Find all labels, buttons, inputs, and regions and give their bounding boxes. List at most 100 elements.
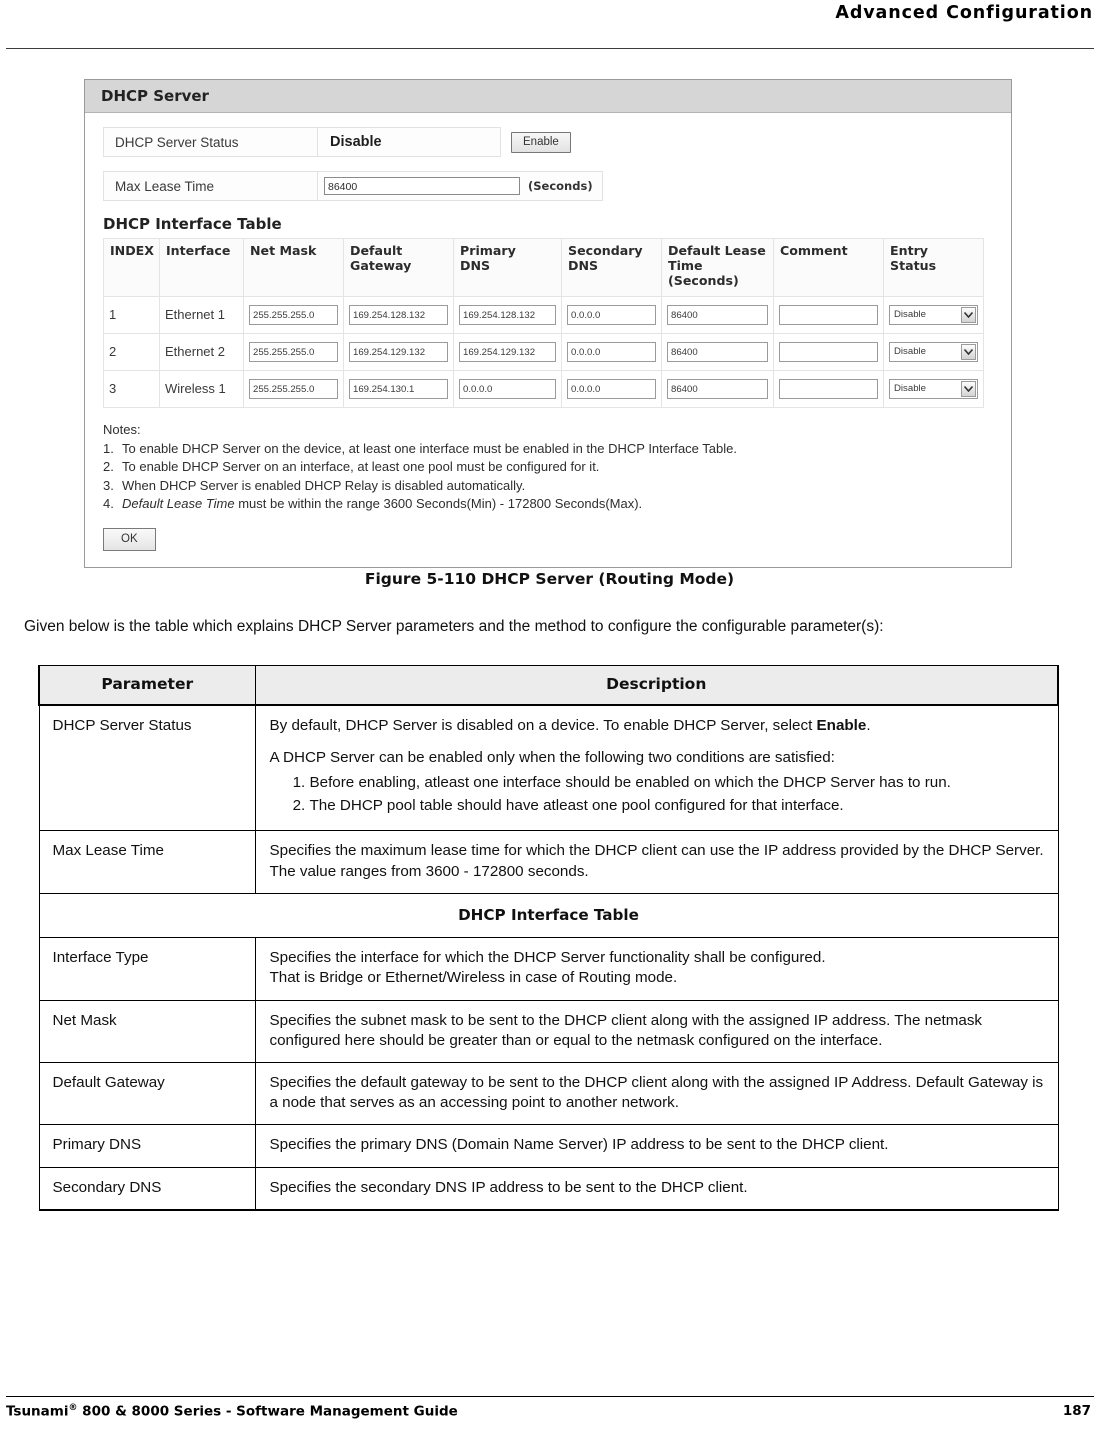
default-lease-time-input[interactable]: 86400 bbox=[667, 304, 768, 325]
cell-index: 3 bbox=[103, 369, 160, 408]
list-item: Before enabling, atleast one interface s… bbox=[310, 773, 1048, 793]
table-row: 1 Ethernet 1 255.255.255.0 169.254.128.132 1… bbox=[103, 295, 984, 334]
cell-primary-dns: 169.254.129.132 bbox=[453, 332, 562, 371]
ok-button-wrap: OK bbox=[103, 527, 993, 551]
default-gateway-input[interactable]: 169.254.129.132 bbox=[349, 341, 448, 362]
chevron-down-icon[interactable] bbox=[961, 380, 976, 397]
net-mask-input[interactable]: 255.255.255.0 bbox=[249, 341, 338, 362]
default-lease-time-input[interactable]: 86400 bbox=[667, 341, 768, 362]
cell-secondary-dns: 0.0.0.0 bbox=[561, 369, 662, 408]
comment-input[interactable] bbox=[779, 341, 878, 362]
list-item: The DHCP pool table should have atleast … bbox=[310, 796, 1048, 816]
col-primary-dns: Primary DNS bbox=[453, 238, 562, 297]
cell-primary-dns: 169.254.128.132 bbox=[453, 295, 562, 334]
table-row: Net Mask Specifies the subnet mask to be… bbox=[38, 999, 1059, 1064]
default-lease-time-input[interactable]: 86400 bbox=[667, 378, 768, 399]
cell-comment bbox=[773, 295, 884, 334]
table-row: Interface Type Specifies the interface f… bbox=[38, 937, 1059, 1001]
entry-status-select[interactable]: Disable bbox=[889, 378, 978, 399]
dhcp-interface-table-title: DHCP Interface Table bbox=[103, 215, 282, 233]
param-desc-max-lease-time: Specifies the maximum lease time for whi… bbox=[254, 830, 1059, 894]
cell-net-mask: 255.255.255.0 bbox=[243, 332, 344, 371]
param-desc-conditions-intro: A DHCP Server can be enabled only when t… bbox=[269, 748, 835, 766]
cell-net-mask: 255.255.255.0 bbox=[243, 369, 344, 408]
col-default-gateway: Default Gateway bbox=[343, 238, 454, 297]
header-divider bbox=[6, 48, 1094, 49]
enable-button[interactable]: Enable bbox=[511, 131, 571, 153]
col-net-mask: Net Mask bbox=[243, 238, 344, 297]
net-mask-input[interactable]: 255.255.255.0 bbox=[249, 304, 338, 325]
cell-entry-status: Disable bbox=[883, 332, 984, 371]
conditions-list: Before enabling, atleast one interface s… bbox=[270, 773, 1048, 816]
cell-comment bbox=[773, 369, 884, 408]
comment-input[interactable] bbox=[779, 378, 878, 399]
col-secondary-dns: Secondary DNS bbox=[561, 238, 662, 297]
entry-status-select[interactable]: Disable bbox=[889, 304, 978, 325]
table-header-row: INDEX Interface Net Mask Default Gateway … bbox=[103, 238, 984, 297]
cell-primary-dns: 0.0.0.0 bbox=[453, 369, 562, 408]
default-gateway-input[interactable]: 169.254.128.132 bbox=[349, 304, 448, 325]
cell-entry-status: Disable bbox=[883, 369, 984, 408]
footer-page-number: 187 bbox=[1062, 1403, 1091, 1419]
max-lease-time-input[interactable]: 86400 bbox=[324, 177, 520, 195]
param-name-max-lease-time: Max Lease Time bbox=[38, 830, 256, 894]
secondary-dns-input[interactable]: 0.0.0.0 bbox=[567, 304, 656, 325]
entry-status-select[interactable]: Disable bbox=[889, 341, 978, 362]
param-desc-primary-dns: Specifies the primary DNS (Domain Name S… bbox=[254, 1124, 1059, 1168]
notes-block: Notes: 1. To enable DHCP Server on the de… bbox=[103, 421, 993, 514]
cell-net-mask: 255.255.255.0 bbox=[243, 295, 344, 334]
section-heading-dhcp-interface-table: DHCP Interface Table bbox=[38, 892, 1059, 939]
param-name-dhcp-server-status: DHCP Server Status bbox=[38, 704, 256, 832]
primary-dns-input[interactable]: 0.0.0.0 bbox=[459, 378, 556, 399]
net-mask-input[interactable]: 255.255.255.0 bbox=[249, 378, 338, 399]
dhcp-server-status-value: Disable bbox=[330, 134, 382, 150]
max-lease-time-row: Max Lease Time 86400 (Seconds) bbox=[103, 171, 603, 201]
param-col-parameter: Parameter bbox=[38, 664, 256, 706]
param-desc-dhcp-server-status: By default, DHCP Server is disabled on a… bbox=[254, 704, 1059, 832]
col-index: INDEX bbox=[103, 238, 160, 297]
cell-index: 1 bbox=[103, 295, 160, 334]
ok-button[interactable]: OK bbox=[103, 527, 156, 551]
dhcp-server-screenshot-panel: DHCP Server DHCP Server Status Disable E… bbox=[84, 79, 1012, 568]
primary-dns-input[interactable]: 169.254.128.132 bbox=[459, 304, 556, 325]
secondary-dns-input[interactable]: 0.0.0.0 bbox=[567, 341, 656, 362]
col-entry-status: Entry Status bbox=[883, 238, 984, 297]
chevron-down-icon[interactable] bbox=[961, 306, 976, 323]
max-lease-time-unit: (Seconds) bbox=[528, 179, 593, 193]
cell-default-gateway: 169.254.130.1 bbox=[343, 369, 454, 408]
default-gateway-input[interactable]: 169.254.130.1 bbox=[349, 378, 448, 399]
primary-dns-input[interactable]: 169.254.129.132 bbox=[459, 341, 556, 362]
note-item-3: 3. When DHCP Server is enabled DHCP Relay… bbox=[103, 477, 526, 493]
table-row: Primary DNS Specifies the primary DNS (D… bbox=[38, 1124, 1059, 1168]
cell-default-lease-time: 86400 bbox=[661, 332, 774, 371]
param-name-net-mask: Net Mask bbox=[38, 999, 256, 1064]
note-item-2: 2. To enable DHCP Server on an interface,… bbox=[103, 459, 600, 475]
note-item-1: 1. To enable DHCP Server on the device, a… bbox=[103, 441, 737, 457]
page-header: Advanced Configuration bbox=[0, 0, 1099, 48]
cell-default-gateway: 169.254.128.132 bbox=[343, 295, 454, 334]
panel-title: DHCP Server bbox=[85, 80, 1011, 113]
col-comment: Comment bbox=[773, 238, 884, 297]
param-desc-default-gateway: Specifies the default gateway to be sent… bbox=[254, 1062, 1059, 1126]
cell-secondary-dns: 0.0.0.0 bbox=[561, 295, 662, 334]
footer-guide-title: Tsunami® 800 & 8000 Series - Software Ma… bbox=[6, 1403, 458, 1420]
interface-type-line2: That is Bridge or Ethernet/Wireless in c… bbox=[269, 969, 678, 987]
param-name-default-gateway: Default Gateway bbox=[38, 1062, 256, 1126]
figure-caption: Figure 5-110 DHCP Server (Routing Mode) bbox=[364, 570, 735, 588]
cell-entry-status: Disable bbox=[883, 295, 984, 334]
chevron-down-icon[interactable] bbox=[961, 343, 976, 360]
dhcp-server-status-label: DHCP Server Status bbox=[104, 128, 318, 156]
param-desc-net-mask: Specifies the subnet mask to be sent to … bbox=[254, 999, 1059, 1064]
cell-default-lease-time: 86400 bbox=[661, 369, 774, 408]
param-name-interface-type: Interface Type bbox=[38, 937, 256, 1001]
table-row: DHCP Server Status By default, DHCP Serv… bbox=[38, 704, 1059, 832]
table-row: Max Lease Time Specifies the maximum lea… bbox=[38, 830, 1059, 894]
notes-heading: Notes: bbox=[103, 421, 141, 437]
param-name-secondary-dns: Secondary DNS bbox=[38, 1166, 256, 1211]
parameter-description-table-wrap: Parameter Description DHCP Server Status… bbox=[38, 664, 1059, 1211]
param-col-description: Description bbox=[254, 664, 1059, 706]
comment-input[interactable] bbox=[779, 304, 878, 325]
secondary-dns-input[interactable]: 0.0.0.0 bbox=[567, 378, 656, 399]
table-row: Secondary DNS Specifies the secondary DN… bbox=[38, 1166, 1059, 1211]
